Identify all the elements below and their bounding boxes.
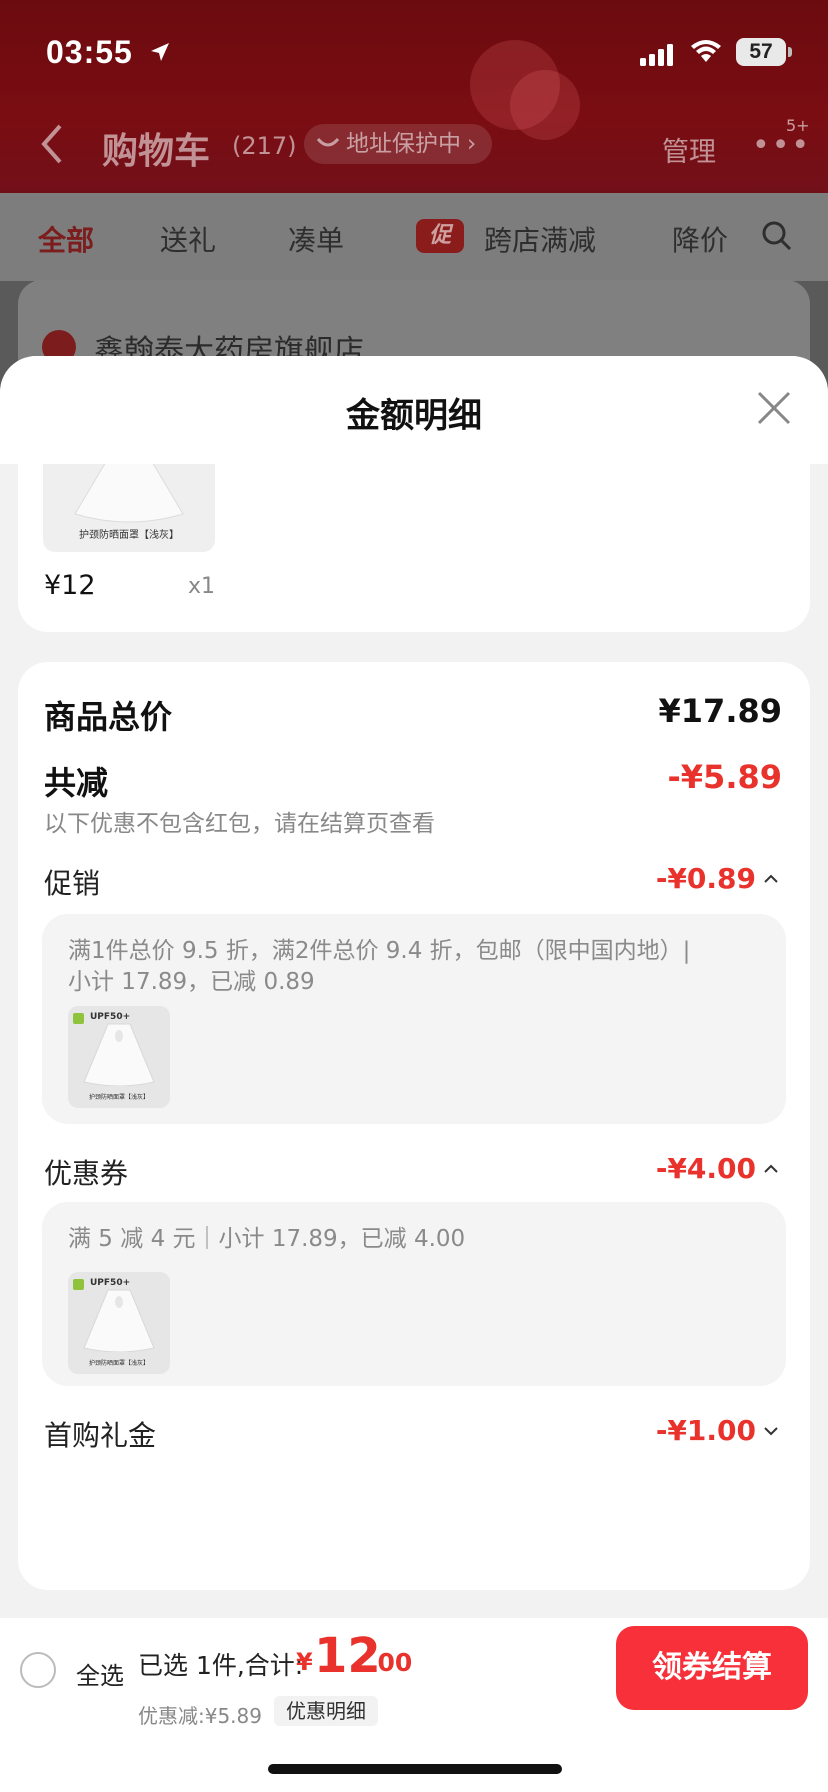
total-reduce-value: -¥5.89 <box>667 758 783 796</box>
tab-price-drop[interactable]: 降价 <box>672 219 728 259</box>
total-price-label: 商品总价 <box>44 698 173 736</box>
chevron-down-icon <box>764 1426 778 1435</box>
sheet-header: 金额明细 <box>0 356 828 464</box>
manage-button[interactable]: 管理 <box>662 130 716 169</box>
coupon-toggle[interactable]: -¥4.00 <box>656 1152 778 1185</box>
product-caption: 护颈防晒面罩【浅灰】 <box>79 530 179 541</box>
filter-tabs: 全部 送礼 凑单 促 跨店满减 降价 <box>0 193 828 281</box>
battery-cap <box>788 47 792 57</box>
product-price: ¥12 <box>44 570 96 601</box>
coupon-product-thumb: UPF50+ 护颈防晒面罩【浅灰】 <box>68 1272 170 1374</box>
face-mask-image <box>83 1289 155 1352</box>
top-nav: 购物车 (217) 地址保护中 › 管理 ••• 5+ <box>0 112 828 182</box>
search-icon[interactable] <box>762 221 792 251</box>
thumb-caption: 护颈防晒面罩【浅灰】 <box>88 1094 149 1101</box>
reduce-note: 以下优惠不包含红包，请在结算页查看 <box>44 811 435 837</box>
back-icon[interactable] <box>40 124 64 164</box>
tab-gift[interactable]: 送礼 <box>160 219 216 259</box>
status-time: 03:55 <box>46 34 133 70</box>
tab-bundle[interactable]: 凑单 <box>288 219 344 259</box>
total-reduce-label: 共减 <box>44 764 109 802</box>
first-gift-toggle[interactable]: -¥1.00 <box>656 1414 778 1447</box>
promotion-detail: 满1件总价 9.5 折，满2件总价 9.4 折，包邮（限中国内地）| 小计 17… <box>42 914 786 1124</box>
product-card: 护颈防晒面罩【浅灰】 ¥12 x1 <box>18 460 810 632</box>
coupon-detail-line1: 满 5 减 4 元｜小计 17.89，已减 4.00 <box>68 1226 466 1252</box>
smile-icon <box>316 137 340 147</box>
thumb-caption: 护颈防晒面罩【浅灰】 <box>88 1360 149 1367</box>
selected-count-text: 已选 1件,合计: <box>138 1651 304 1680</box>
cart-count: (217) <box>232 132 297 160</box>
promo-icon: 促 <box>416 219 464 253</box>
product-thumbnail: 护颈防晒面罩【浅灰】 <box>43 460 215 552</box>
status-bar: 03:55 57 <box>0 0 828 100</box>
checkout-bar: 全选 已选 1件,合计: ¥ 12 .00 优惠减:¥5.89 优惠明细 领券结… <box>0 1618 828 1792</box>
chevron-right-icon: › <box>467 131 477 157</box>
battery-icon: 57 <box>736 38 786 66</box>
tab-all[interactable]: 全部 <box>38 219 94 259</box>
sheet-title: 金额明细 <box>346 396 482 436</box>
location-arrow-icon <box>151 43 169 61</box>
close-icon[interactable] <box>756 390 792 426</box>
more-badge: 5+ <box>786 116 810 135</box>
coupon-detail: 满 5 减 4 元｜小计 17.89，已减 4.00 UPF50+ 护颈防晒面罩… <box>42 1202 786 1386</box>
promotion-detail-line1: 满1件总价 9.5 折，满2件总价 9.4 折，包邮（限中国内地）| <box>68 938 691 964</box>
face-mask-image <box>83 1023 155 1086</box>
promotion-detail-line2: 小计 17.89，已减 0.89 <box>68 969 315 995</box>
page-title: 购物车 <box>102 131 211 172</box>
tab-cross-store[interactable]: 跨店满减 <box>484 219 596 259</box>
promotion-value: -¥0.89 <box>655 862 756 895</box>
price-summary-card: 商品总价 ¥17.89 共减 -¥5.89 以下优惠不包含红包，请在结算页查看 … <box>18 662 810 1590</box>
select-all-label[interactable]: 全选 <box>76 1656 124 1691</box>
promotion-label: 促销 <box>44 867 101 900</box>
amount-detail-sheet: 护颈防晒面罩【浅灰】 ¥12 x1 金额明细 商品总价 ¥17.89 共减 -¥… <box>0 356 828 1792</box>
select-all-checkbox[interactable] <box>20 1652 56 1688</box>
signal-icon <box>640 44 673 66</box>
coupon-label: 优惠券 <box>44 1157 129 1190</box>
promotion-product-thumb: UPF50+ 护颈防晒面罩【浅灰】 <box>68 1006 170 1108</box>
wifi-icon <box>691 40 721 62</box>
home-indicator <box>268 1764 562 1774</box>
total-currency: ¥ <box>296 1648 313 1676</box>
total-amount-decimal: .00 <box>368 1648 413 1677</box>
face-mask-image <box>74 460 184 523</box>
promotion-toggle[interactable]: -¥0.89 <box>656 862 778 895</box>
checkout-button[interactable]: 领券结算 <box>616 1626 808 1710</box>
product-qty: x1 <box>188 574 216 599</box>
discount-detail-button[interactable]: 优惠明细 <box>274 1696 378 1726</box>
first-gift-label: 首购礼金 <box>44 1419 157 1452</box>
total-price-value: ¥17.89 <box>658 692 782 730</box>
address-protect-button[interactable]: 地址保护中 › <box>304 124 493 164</box>
chevron-up-icon <box>764 1164 778 1173</box>
chevron-up-icon <box>764 874 778 883</box>
coupon-value: -¥4.00 <box>655 1152 756 1185</box>
address-protect-label: 地址保护中 <box>346 131 461 157</box>
discount-text: 优惠减:¥5.89 <box>138 1704 262 1728</box>
first-gift-value: -¥1.00 <box>655 1414 756 1447</box>
